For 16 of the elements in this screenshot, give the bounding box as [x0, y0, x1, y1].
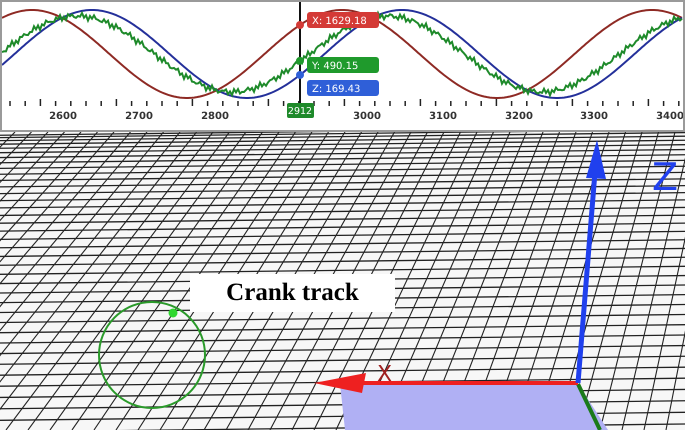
readout-badge: Y: 490.15 [307, 57, 379, 73]
scene-label: Crank track [190, 274, 395, 312]
tick-label: 2800 [201, 111, 229, 122]
tick-label: 3000 [353, 111, 381, 122]
tick-label: 3200 [505, 111, 533, 122]
tick-label: 3300 [580, 111, 608, 122]
tick-label: 3100 [429, 111, 457, 122]
crank-point [168, 308, 178, 318]
readout-badge: Z: 169.43 [307, 80, 379, 96]
cursor-line[interactable] [299, 2, 301, 106]
readout-badge: X: 1629.18 [307, 12, 379, 28]
cursor-value-badge: 2912 [287, 103, 314, 118]
y-axis-line [576, 383, 602, 430]
tick-label: 2700 [125, 111, 153, 122]
tick-label: 2600 [49, 111, 77, 122]
tick-label: 3400 [656, 111, 683, 122]
